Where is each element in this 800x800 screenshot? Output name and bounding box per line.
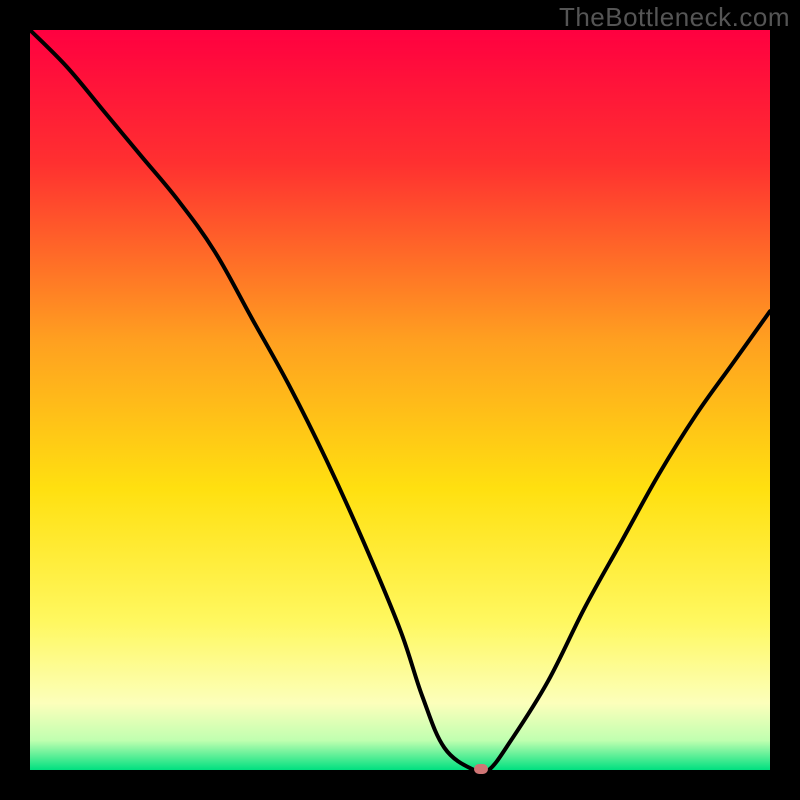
frame-left: [0, 0, 30, 800]
frame-bottom: [0, 770, 800, 800]
bottleneck-chart: [0, 0, 800, 800]
gradient-background: [30, 30, 770, 770]
optimal-marker: [474, 764, 488, 774]
frame-right: [770, 0, 800, 800]
watermark-text: TheBottleneck.com: [559, 2, 790, 33]
